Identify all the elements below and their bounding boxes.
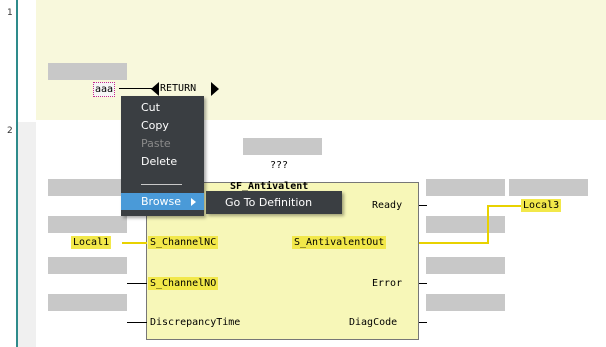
browse-submenu: Go To Definition	[206, 191, 342, 214]
input-placeholder[interactable]	[48, 179, 127, 196]
menu-item-browse[interactable]: Browse	[121, 193, 204, 210]
pin-discrepancytime[interactable]: DiscrepancyTime	[150, 316, 240, 329]
output-wire-highlight	[487, 205, 521, 207]
output-wire	[419, 283, 427, 284]
rung-number-1: 1	[7, 8, 13, 18]
return-label: RETURN	[160, 83, 197, 94]
rung-number-2: 2	[7, 126, 13, 136]
output-variable-local3[interactable]: Local3	[521, 199, 562, 212]
pin-ready[interactable]: Ready	[372, 199, 402, 212]
input-variable-local1[interactable]: Local1	[71, 236, 112, 249]
menu-separator	[141, 184, 182, 185]
input-placeholder[interactable]	[48, 216, 127, 233]
return-arrow-right-icon	[211, 82, 219, 96]
pin-diagcode[interactable]: DiagCode	[349, 316, 397, 329]
output-placeholder[interactable]	[426, 179, 505, 196]
output-placeholder[interactable]	[426, 216, 505, 233]
output-placeholder[interactable]	[426, 294, 505, 311]
pin-s-antivalentout[interactable]: S_AntivalentOut	[292, 236, 387, 249]
output-placeholder[interactable]	[426, 257, 505, 274]
input-wire	[127, 283, 147, 284]
menu-item-go-to-definition[interactable]: Go To Definition	[208, 193, 329, 212]
output-placeholder[interactable]	[509, 179, 588, 196]
wire	[119, 88, 153, 89]
submenu-arrow-icon	[191, 198, 196, 206]
pin-error[interactable]: Error	[372, 277, 402, 290]
context-menu: Cut Copy Paste Delete Browse	[121, 96, 204, 216]
variable-placeholder[interactable]	[48, 63, 127, 80]
output-wire	[419, 205, 427, 206]
input-placeholder[interactable]	[48, 294, 127, 311]
output-wire	[419, 322, 427, 323]
input-placeholder[interactable]	[48, 257, 127, 274]
pin-s-channelnc[interactable]: S_ChannelNC	[148, 236, 219, 249]
menu-item-delete[interactable]: Delete	[121, 153, 204, 170]
variable-aaa[interactable]: aaa	[93, 82, 116, 97]
output-wire-highlight	[487, 205, 489, 244]
menu-item-copy[interactable]: Copy	[121, 117, 204, 134]
output-wire-highlight	[419, 242, 488, 244]
input-wire-highlight	[122, 242, 147, 244]
instance-placeholder[interactable]	[243, 138, 322, 155]
fb-instance-name[interactable]: ???	[270, 160, 288, 171]
menu-item-cut[interactable]: Cut	[121, 99, 204, 116]
menu-item-paste: Paste	[141, 137, 171, 150]
input-wire	[127, 322, 147, 323]
return-arrow-left-icon	[151, 82, 159, 96]
rung-2-margin	[18, 122, 36, 347]
pin-s-channelno[interactable]: S_ChannelNO	[148, 277, 219, 290]
